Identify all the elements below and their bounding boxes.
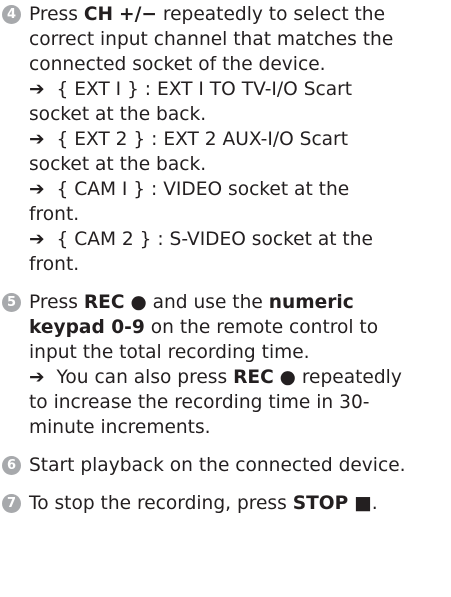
numeric-keypad-label: keypad 0-9 [29, 317, 145, 338]
step-4-line-10: ➔ { CAM 2 } : S-VIDEO socket at the [29, 229, 373, 250]
step-number-badge: 4 [2, 5, 21, 24]
step-number-badge: 7 [2, 494, 21, 513]
record-dot-icon: ● [279, 367, 296, 388]
ch-key-label: CH [83, 4, 114, 25]
manual-page: 4 Press CH +/− repeatedly to select the … [0, 0, 451, 597]
stop-square-icon: ■ [354, 493, 372, 514]
step-4-line-2: correct input channel that matches the [29, 29, 394, 50]
step-5-line-3: input the total recording time. [29, 342, 310, 363]
arrow-right-icon: ➔ [29, 367, 45, 388]
step-4-line-11: front. [29, 254, 80, 275]
arrow-right-icon: ➔ [29, 229, 45, 250]
stop-key-label: STOP [292, 493, 349, 514]
step-5-line-4: ➔ You can also press REC ● repeatedly [29, 367, 402, 388]
step-4-line-3: connected socket of the device. [29, 54, 326, 75]
record-dot-icon: ● [130, 292, 147, 313]
step-5-line-1: Press REC ● and use the numeric [29, 292, 354, 313]
step-4-line-7: socket at the back. [29, 154, 207, 175]
rec-key-label: REC [233, 367, 274, 388]
step-4-line-6: ➔ { EXT 2 } : EXT 2 AUX-I/O Scart [29, 129, 348, 150]
step-5-line-2: keypad 0-9 on the remote control to [29, 317, 379, 338]
step-6-line-1: Start playback on the connected device. [29, 455, 406, 476]
step-4-line-8: ➔ { CAM I } : VIDEO socket at the [29, 179, 350, 200]
step-number-badge: 6 [2, 456, 21, 475]
rec-key-label: REC [83, 292, 125, 313]
arrow-right-icon: ➔ [29, 129, 45, 150]
step-4-line-5: socket at the back. [29, 104, 207, 125]
step-5-line-5: to increase the recording time in 30- [29, 392, 370, 413]
step-4-line-1: Press CH +/− repeatedly to select the [29, 4, 386, 25]
step-4-line-9: front. [29, 204, 80, 225]
step-number-badge: 5 [2, 293, 21, 312]
plus-minus-icon: +/− [119, 4, 157, 25]
step-4-line-4: ➔ { EXT I } : EXT I TO TV-I/O Scart [29, 79, 353, 100]
arrow-right-icon: ➔ [29, 79, 45, 100]
step-5-line-6: minute increments. [29, 417, 211, 438]
step-7-line-1: To stop the recording, press STOP ■. [29, 493, 378, 514]
arrow-right-icon: ➔ [29, 179, 45, 200]
